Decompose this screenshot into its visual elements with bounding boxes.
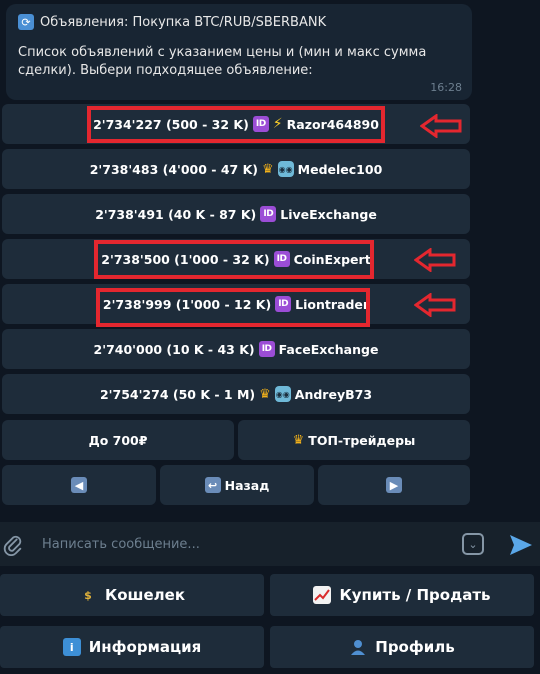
crown-icon: ♛ — [262, 161, 274, 177]
offer-price: 2'738'483 (4'000 - 47 K) — [89, 161, 258, 177]
send-icon[interactable] — [508, 533, 534, 557]
wallet-label: Кошелек — [104, 586, 185, 604]
message-title: Объявления: Покупка BTC/RUB/SBERBANK — [40, 14, 327, 30]
info-button[interactable]: i Информация — [0, 626, 264, 668]
top-traders-button[interactable]: ♛ ТОП-трейдеры — [238, 420, 470, 460]
offer-button-6[interactable]: 2'740'000 (10 K - 43 K) ID FaceExchange — [2, 329, 470, 369]
message-input[interactable] — [42, 534, 442, 554]
id-icon: ID — [260, 206, 277, 222]
offer-price: 2'740'000 (10 K - 43 K) — [93, 341, 255, 357]
offer-price: 2'754'274 (50 K - 1 M) — [99, 386, 256, 402]
red-arrow-icon — [414, 293, 456, 317]
message-composer: ⌄ — [0, 522, 540, 566]
wallet-button[interactable]: $ Кошелек — [0, 574, 264, 616]
paperclip-icon[interactable] — [2, 534, 24, 556]
offer-price: 2'738'491 (40 K - 87 K) — [95, 206, 257, 222]
info-icon: i — [62, 638, 81, 656]
under-700-button[interactable]: До 700₽ — [2, 420, 234, 460]
offer-seller: LiveExchange — [280, 206, 377, 222]
money-bag-icon: $ — [84, 588, 92, 602]
arrow-right-icon: ▶ — [386, 477, 402, 493]
return-icon: ↩ — [204, 477, 221, 493]
offer-button-3[interactable]: 2'738'491 (40 K - 87 K) ID LiveExchange — [2, 194, 470, 234]
back-button[interactable]: ↩ Назад — [160, 465, 314, 505]
trade-label: Купить / Продать — [339, 586, 491, 604]
offer-button-2[interactable]: 2'738'483 (4'000 - 47 K) ♛ ◉◉ Medelec100 — [2, 149, 470, 189]
robot-icon: ◉◉ — [277, 161, 294, 177]
chart-up-icon — [313, 586, 332, 604]
message-text: Список объявлений с указанием цены и (ми… — [18, 45, 427, 78]
robot-icon: ◉◉ — [274, 386, 291, 402]
keyboard-toggle-icon[interactable]: ⌄ — [462, 533, 484, 555]
profile-button[interactable]: Профиль — [270, 626, 534, 668]
user-icon — [351, 640, 366, 655]
profile-label: Профиль — [375, 638, 455, 656]
info-label: Информация — [88, 638, 202, 656]
back-label: Назад — [224, 477, 270, 493]
red-arrow-icon — [414, 248, 456, 272]
highlight-box-2 — [94, 240, 374, 279]
offer-seller: FaceExchange — [278, 341, 379, 357]
refresh-icon: ⟳ — [18, 14, 34, 30]
highlight-box-1 — [87, 106, 385, 143]
highlight-box-3 — [96, 288, 370, 327]
id-icon: ID — [258, 341, 275, 357]
offer-button-7[interactable]: 2'754'274 (50 K - 1 M) ♛ ◉◉ AndreyB73 — [2, 374, 470, 414]
crown-icon: ♛ — [292, 432, 305, 448]
message-time: 16:28 — [430, 81, 462, 94]
offer-seller: Medelec100 — [297, 161, 383, 177]
crown-icon: ♛ — [259, 386, 271, 402]
arrow-left-icon: ◀ — [71, 477, 87, 493]
red-arrow-icon — [420, 114, 462, 138]
next-page-button[interactable]: ▶ — [318, 465, 470, 505]
top-traders-label: ТОП-трейдеры — [308, 432, 416, 448]
bot-message: ⟳ Объявления: Покупка BTC/RUB/SBERBANK С… — [6, 4, 472, 100]
under-700-label: До 700₽ — [88, 432, 148, 448]
offer-seller: AndreyB73 — [294, 386, 373, 402]
prev-page-button[interactable]: ◀ — [2, 465, 156, 505]
trade-button[interactable]: Купить / Продать — [270, 574, 534, 616]
